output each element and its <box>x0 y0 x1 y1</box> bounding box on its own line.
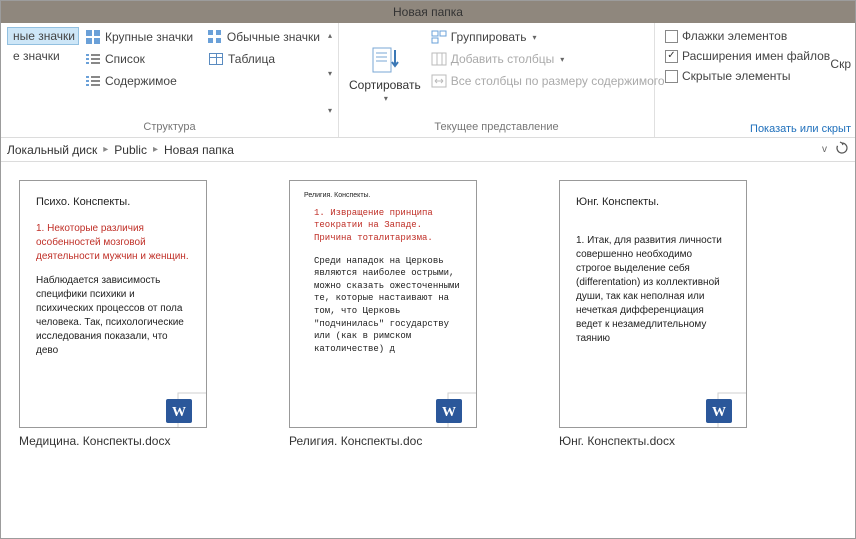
window-title: Новая папка <box>393 5 463 19</box>
file-item[interactable]: Религия. Конспекты. 1. Извращение принци… <box>283 180 483 520</box>
file-extensions-toggle[interactable]: Расширения имен файлов <box>661 47 834 65</box>
scroll-down-icon[interactable]: ▾ <box>328 69 332 78</box>
file-item[interactable]: Психо. Конспекты. 1. Некоторые различия … <box>13 180 213 520</box>
preview-body: Наблюдается зависимость специфики психик… <box>36 274 190 358</box>
ribbon-group-view-label: Текущее представление <box>345 119 648 135</box>
file-thumbnail: Психо. Конспекты. 1. Некоторые различия … <box>19 180 207 428</box>
ribbon-group-layout-label: Структура <box>7 119 332 135</box>
label: Содержимое <box>105 74 177 88</box>
preview-body: Среди нападок на Церковь являются наибол… <box>304 255 462 356</box>
view-normal-icons-button[interactable]: Обычные значки <box>202 27 326 47</box>
fit-columns-button[interactable]: Все столбцы по размеру содержимого <box>425 71 671 91</box>
breadcrumb: Локальный диск ▸ Public ▸ Новая папка v <box>1 138 855 162</box>
ribbon: ные значки е значки Крупные значки Списо… <box>1 23 855 138</box>
checkbox-icon <box>665 30 678 43</box>
label: е значки <box>13 49 60 63</box>
file-thumbnail: Религия. Конспекты. 1. Извращение принци… <box>289 180 477 428</box>
preview-heading: 1. Некоторые различия особенностей мозго… <box>36 222 190 264</box>
breadcrumb-part[interactable]: Новая папка <box>164 143 234 157</box>
file-list: Психо. Конспекты. 1. Некоторые различия … <box>1 162 855 538</box>
chevron-right-icon[interactable]: ▸ <box>151 144 160 155</box>
grid-small-icon <box>208 29 223 45</box>
checkbox-checked-icon <box>665 50 678 63</box>
svg-text:W: W <box>442 405 456 420</box>
sort-button[interactable]: Сортировать ▾ <box>345 27 425 119</box>
view-medium-icons-button[interactable]: е значки <box>7 47 79 65</box>
svg-text:W: W <box>712 405 726 420</box>
preview-heading: 1. Извращение принципа теократии на Запа… <box>304 207 462 245</box>
word-icon: W <box>704 389 747 428</box>
group-icon <box>431 29 447 45</box>
grid-icon <box>85 29 101 45</box>
view-content-button[interactable]: Содержимое <box>79 71 202 91</box>
preview-title: Юнг. Конспекты. <box>576 195 730 210</box>
label: Таблица <box>228 52 275 66</box>
label: Крупные значки <box>105 30 193 44</box>
chevron-down-icon: ▾ <box>384 94 388 103</box>
expand-gallery-icon[interactable]: ▾ <box>328 106 332 115</box>
group-by-button[interactable]: Группировать ▾ <box>425 27 671 47</box>
label: Список <box>105 52 145 66</box>
label: Флажки элементов <box>682 29 787 43</box>
breadcrumb-part[interactable]: Локальный диск <box>7 143 97 157</box>
ribbon-group-show: Флажки элементов Расширения имен файлов … <box>655 23 855 137</box>
file-name: Юнг. Конспекты.docx <box>553 434 753 448</box>
label: Группировать <box>451 30 527 44</box>
content-icon <box>85 73 101 89</box>
fit-columns-icon <box>431 73 447 89</box>
svg-text:W: W <box>172 405 186 420</box>
ribbon-overflow-label: Показать или скрыт <box>750 123 851 135</box>
list-icon <box>85 51 101 67</box>
checkbox-icon <box>665 70 678 83</box>
view-table-button[interactable]: Таблица <box>202 49 326 69</box>
refresh-icon[interactable] <box>835 141 849 158</box>
view-huge-icons-button[interactable]: ные значки <box>7 27 79 45</box>
ribbon-group-view: Сортировать ▾ Группировать ▾ Добавить ст… <box>339 23 655 137</box>
chevron-down-icon: ▾ <box>533 33 537 42</box>
sort-icon <box>369 44 401 76</box>
hidden-items-toggle[interactable]: Скрытые элементы <box>661 67 834 85</box>
preview-body: 1. Итак, для развития личности совершенн… <box>576 234 730 346</box>
file-name: Религия. Конспекты.doc <box>283 434 483 448</box>
file-item[interactable]: Юнг. Конспекты. 1. Итак, для развития ли… <box>553 180 753 520</box>
add-columns-button[interactable]: Добавить столбцы ▾ <box>425 49 671 69</box>
label: Сортировать <box>349 78 421 92</box>
label: Обычные значки <box>227 30 320 44</box>
label: Скрытые элементы <box>682 69 791 83</box>
ribbon-cut-text: Скр <box>830 57 851 71</box>
view-list-button[interactable]: Список <box>79 49 202 69</box>
breadcrumb-part[interactable]: Public <box>114 143 147 157</box>
table-icon <box>208 51 224 67</box>
label: Расширения имен файлов <box>682 49 830 63</box>
scroll-up-icon[interactable]: ▴ <box>328 31 332 40</box>
label: ные значки <box>13 29 75 43</box>
label: Добавить столбцы <box>451 52 555 66</box>
preview-title: Психо. Конспекты. <box>36 195 190 210</box>
file-thumbnail: Юнг. Конспекты. 1. Итак, для развития ли… <box>559 180 747 428</box>
view-large-icons-button[interactable]: Крупные значки <box>79 27 202 47</box>
item-checkboxes-toggle[interactable]: Флажки элементов <box>661 27 834 45</box>
window-titlebar: Новая папка <box>1 1 855 23</box>
word-icon: W <box>164 389 207 428</box>
add-columns-icon <box>431 51 447 67</box>
breadcrumb-dropdown-icon[interactable]: v <box>822 144 827 155</box>
chevron-right-icon[interactable]: ▸ <box>101 144 110 155</box>
word-icon: W <box>434 389 477 428</box>
chevron-down-icon: ▾ <box>560 55 564 64</box>
preview-title: Религия. Конспекты. <box>304 191 462 201</box>
label: Все столбцы по размеру содержимого <box>451 74 665 88</box>
ribbon-group-layout: ные значки е значки Крупные значки Списо… <box>1 23 339 137</box>
file-name: Медицина. Конспекты.docx <box>13 434 213 448</box>
